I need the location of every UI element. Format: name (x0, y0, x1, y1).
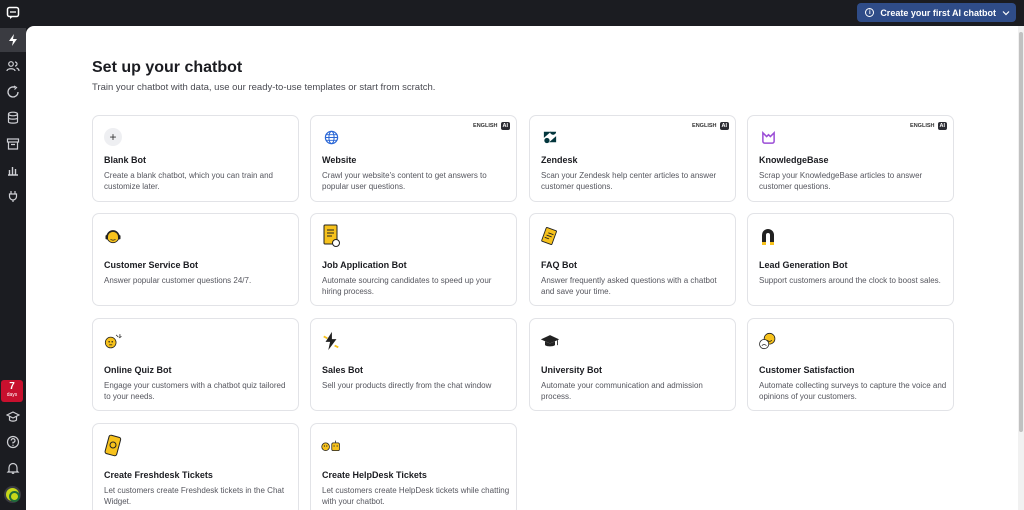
template-card-university-bot[interactable]: University Bot Automate your communicati… (529, 318, 736, 411)
card-title: KnowledgeBase (759, 155, 829, 165)
quiz-face-icon (103, 331, 123, 351)
card-description: Answer frequently asked questions with a… (541, 276, 717, 296)
card-title: Create Freshdesk Tickets (104, 470, 213, 480)
top-bar: i Create your first AI chatbot (26, 0, 1024, 26)
notifications-bell-icon[interactable] (0, 456, 26, 480)
template-card-customer-satisfaction[interactable]: Customer Satisfaction Automate collectin… (747, 318, 954, 411)
chatbots-bolt-icon[interactable] (0, 28, 26, 52)
sales-lightning-icon (321, 331, 341, 351)
resume-document-icon (321, 224, 341, 247)
faq-note-icon (540, 226, 560, 246)
create-first-chatbot-label: Create your first AI chatbot (880, 7, 996, 18)
language-badge: ENGLISH AI (473, 122, 510, 130)
card-description: Engage your customers with a chatbot qui… (104, 381, 286, 401)
card-description: Let customers create Freshdesk tickets i… (104, 486, 285, 506)
template-card-zendesk[interactable]: ENGLISH AI Zendesk Scan your Zendesk help… (529, 115, 736, 202)
template-card-knowledgebase[interactable]: ENGLISH AI KnowledgeBase Scrap your Knowl… (747, 115, 954, 202)
archive-icon[interactable] (0, 132, 26, 156)
academy-graduation-icon[interactable] (0, 405, 26, 429)
card-description: Support customers around the clock to bo… (759, 276, 941, 285)
page-subtitle: Train your chatbot with data, use our re… (92, 82, 436, 93)
graduation-cap-icon (540, 331, 560, 351)
card-description: Let customers create HelpDesk tickets wh… (322, 486, 510, 506)
template-card-sales-bot[interactable]: Sales Bot Sell your products directly fr… (310, 318, 517, 411)
zendesk-logo-icon (540, 127, 560, 147)
template-card-website[interactable]: ENGLISH AI Website Crawl your website's c… (310, 115, 517, 202)
scrollbar-thumb[interactable] (1019, 32, 1023, 432)
ticket-icon (103, 434, 123, 457)
satisfaction-faces-icon (758, 331, 778, 351)
headset-emoji-icon (103, 226, 123, 246)
helpdesk-characters-icon (321, 436, 341, 456)
card-title: FAQ Bot (541, 260, 577, 270)
template-card-customer-service-bot[interactable]: Customer Service Bot Answer popular cust… (92, 213, 299, 306)
magnet-icon (758, 226, 778, 246)
template-card-create-helpdesk-tickets[interactable]: Create HelpDesk Tickets Let customers cr… (310, 423, 517, 510)
globe-icon (321, 127, 341, 147)
card-description: Automate your communication and admissio… (541, 381, 703, 401)
card-description: Answer popular customer questions 24/7. (104, 276, 252, 285)
template-card-faq-bot[interactable]: FAQ Bot Answer frequently asked question… (529, 213, 736, 306)
card-title: Sales Bot (322, 365, 364, 375)
users-icon[interactable] (0, 54, 26, 78)
ai-tag: AI (500, 122, 510, 130)
create-first-chatbot-button[interactable]: i Create your first AI chatbot (857, 3, 1016, 22)
card-title: Blank Bot (104, 155, 147, 165)
template-card-job-application-bot[interactable]: Job Application Bot Automate sourcing ca… (310, 213, 517, 306)
card-description: Scrap your KnowledgeBase articles to ans… (759, 171, 923, 191)
template-card-create-freshdesk-tickets[interactable]: Create Freshdesk Tickets Let customers c… (92, 423, 299, 510)
language-label: ENGLISH (473, 123, 498, 129)
template-card-blank-bot[interactable]: + Blank Bot Create a blank chatbot, whic… (92, 115, 299, 202)
vertical-scrollbar[interactable] (1018, 26, 1024, 510)
trial-days-count: 7 (9, 381, 15, 392)
ai-tag: AI (937, 122, 947, 130)
plus-icon: + (103, 127, 123, 147)
trial-days-badge[interactable]: 7 days (1, 380, 23, 402)
card-description: Sell your products directly from the cha… (322, 381, 492, 390)
template-card-online-quiz-bot[interactable]: Online Quiz Bot Engage your customers wi… (92, 318, 299, 411)
page-title: Set up your chatbot (92, 59, 243, 76)
card-title: Website (322, 155, 357, 165)
help-icon[interactable] (0, 430, 26, 454)
card-description: Create a blank chatbot, which you can tr… (104, 171, 273, 191)
template-card-lead-generation-bot[interactable]: Lead Generation Bot Support customers ar… (747, 213, 954, 306)
card-title: Customer Satisfaction (759, 365, 855, 375)
language-badge: ENGLISH AI (692, 122, 729, 130)
card-title: Lead Generation Bot (759, 260, 848, 270)
card-description: Crawl your website's content to get answ… (322, 171, 487, 191)
trial-days-label: days (6, 392, 18, 398)
knowledgebase-logo-icon (758, 127, 778, 147)
integrations-plug-icon[interactable] (0, 184, 26, 208)
info-icon: i (865, 8, 875, 17)
card-description: Automate sourcing candidates to speed up… (322, 276, 492, 296)
language-label: ENGLISH (692, 123, 717, 129)
card-title: Job Application Bot (322, 260, 407, 270)
card-title: Create HelpDesk Tickets (322, 470, 427, 480)
card-title: Zendesk (541, 155, 578, 165)
refresh-chat-icon[interactable] (0, 80, 26, 104)
app-logo-icon[interactable] (0, 1, 26, 25)
reports-chart-icon[interactable] (0, 158, 26, 182)
chevron-down-icon (1002, 10, 1010, 15)
card-description: Automate collecting surveys to capture t… (759, 381, 947, 401)
language-badge: ENGLISH AI (910, 122, 947, 130)
main-content: Set up your chatbot Train your chatbot w… (26, 26, 1018, 510)
language-label: ENGLISH (910, 123, 935, 129)
ai-tag: AI (719, 122, 729, 130)
database-icon[interactable] (0, 106, 26, 130)
sidebar: 7 days (0, 0, 26, 510)
card-title: University Bot (541, 365, 603, 375)
card-title: Online Quiz Bot (104, 365, 172, 375)
card-description: Scan your Zendesk help center articles t… (541, 171, 717, 191)
card-title: Customer Service Bot (104, 260, 199, 270)
user-avatar[interactable] (4, 486, 21, 503)
